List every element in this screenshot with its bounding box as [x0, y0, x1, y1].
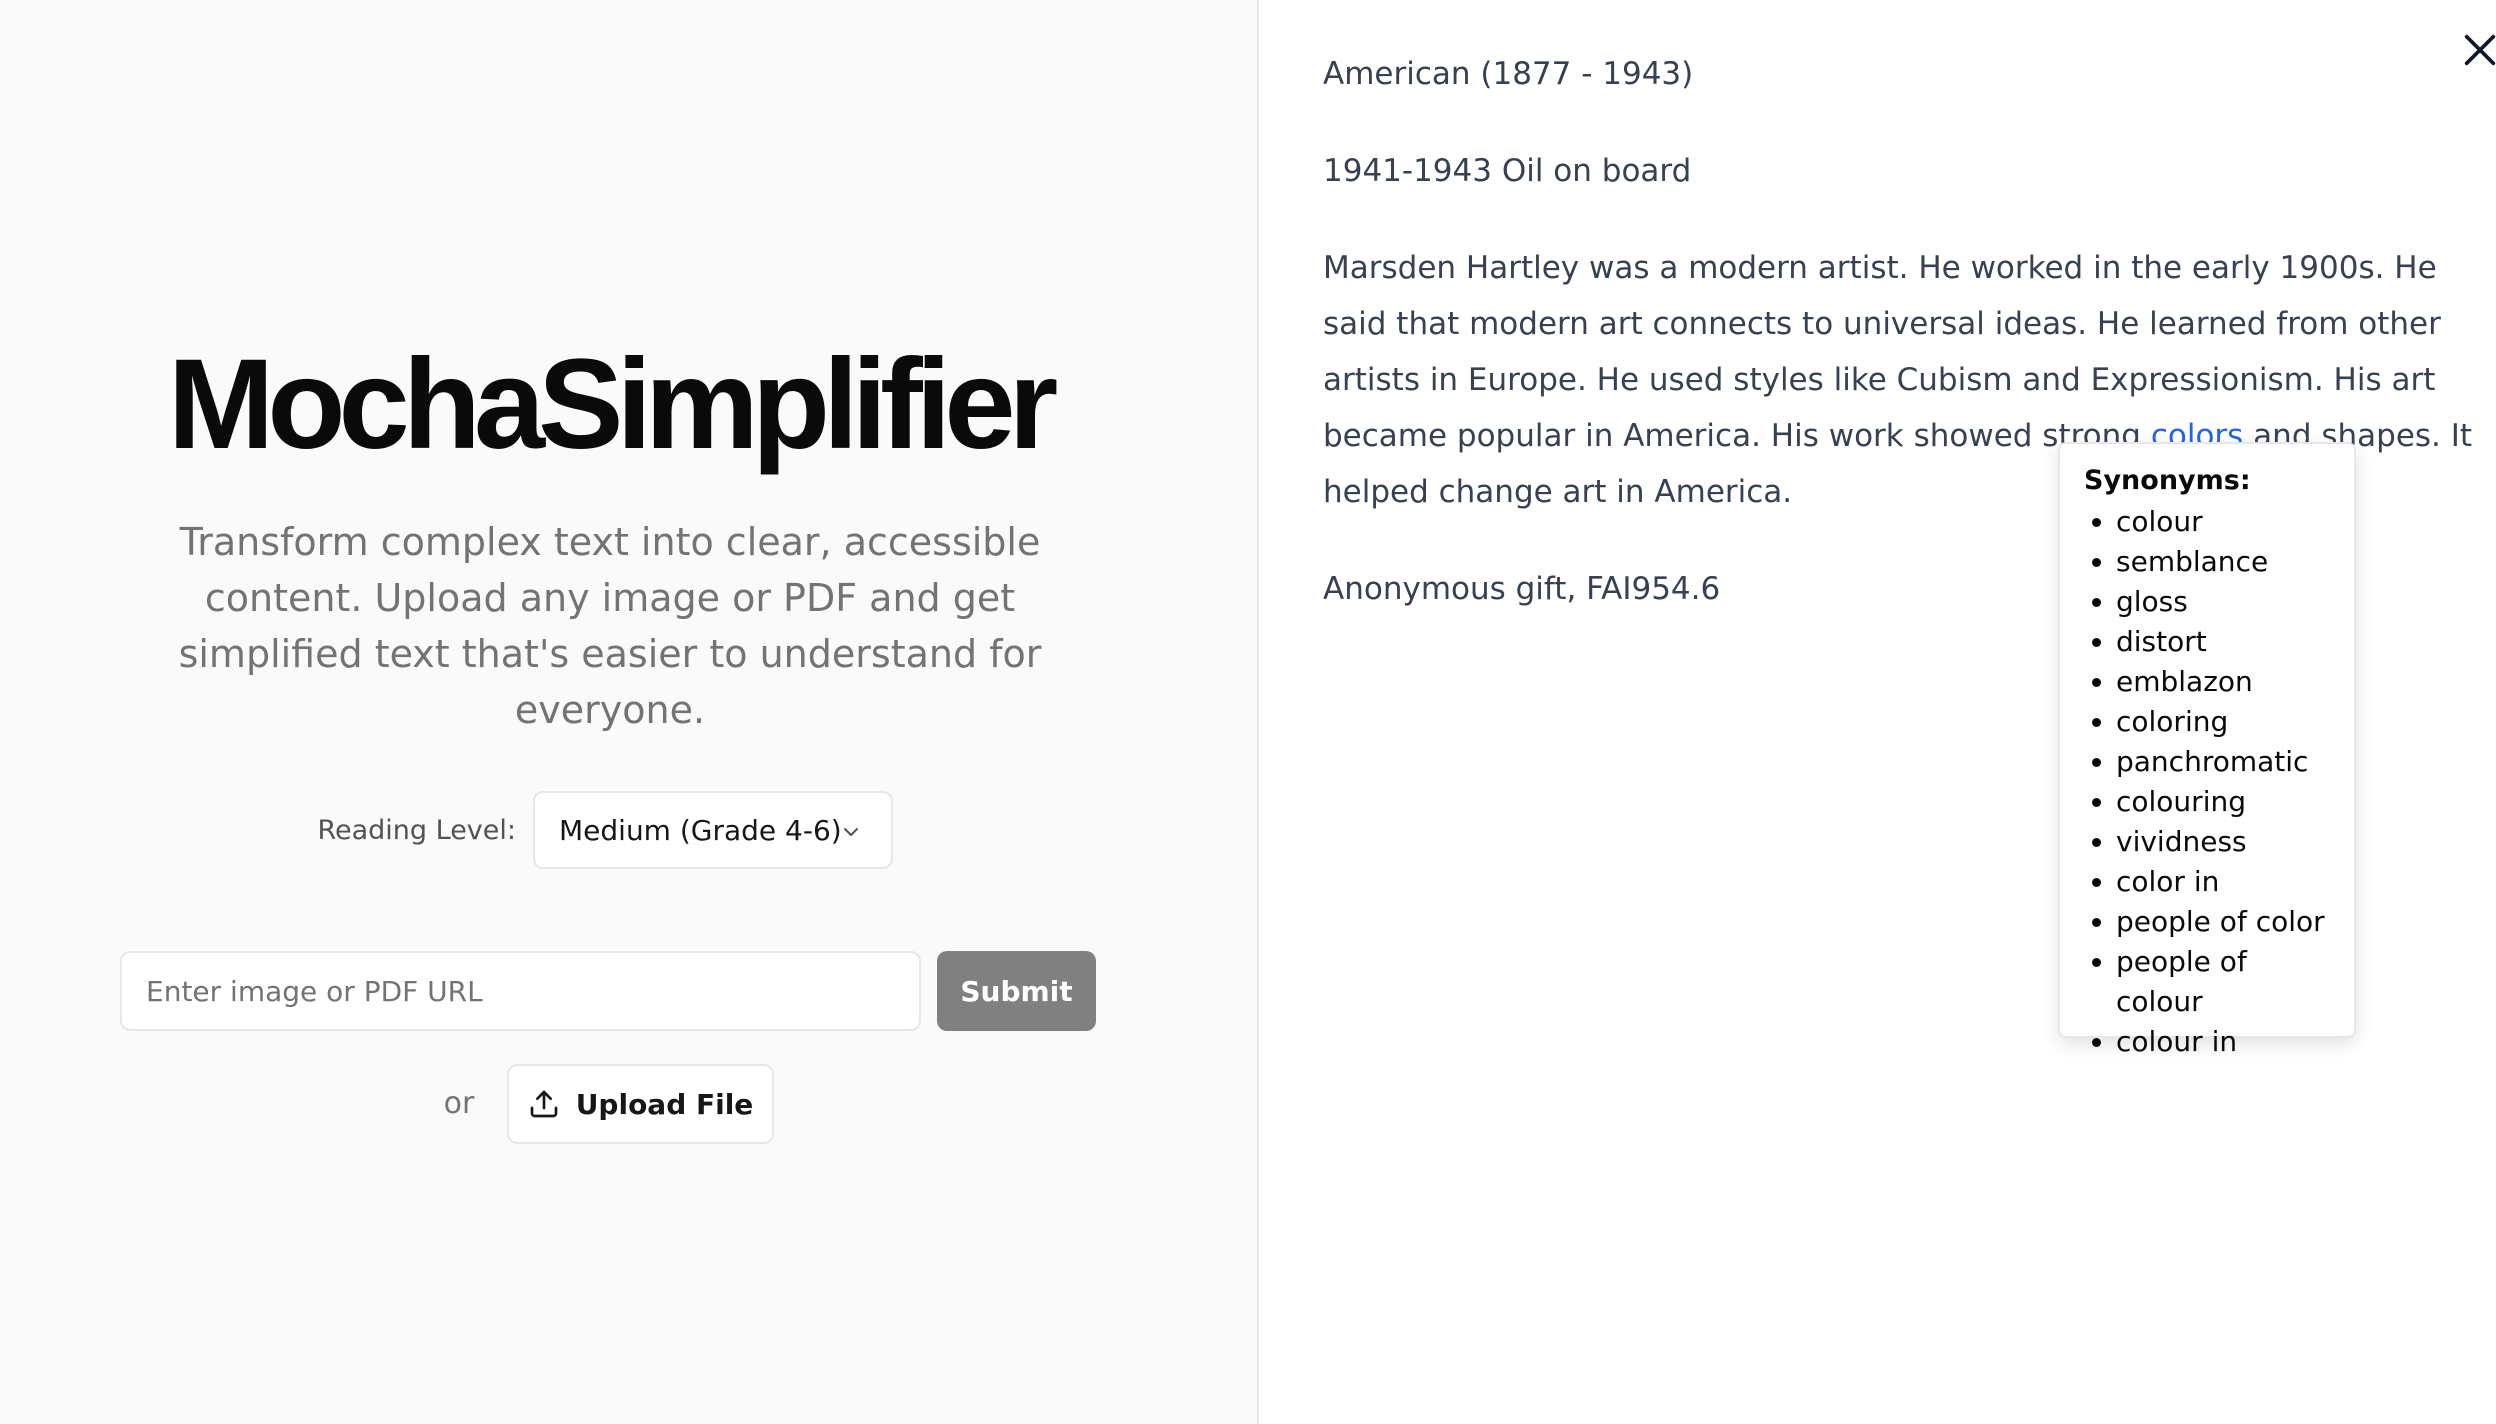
synonym-item: emblazon [2116, 662, 2330, 702]
artwork-details: 1941-1943 Oil on board [1323, 153, 1692, 189]
synonyms-popover: Synonyms: colour semblance gloss distort… [2058, 442, 2356, 1058]
submit-button[interactable]: Submit [937, 951, 1096, 1031]
reading-level-select[interactable]: Medium (Grade 4-6) [533, 791, 893, 869]
synonym-item: colouring [2116, 782, 2330, 822]
synonym-item: people of colour [2116, 942, 2330, 1022]
synonym-item: coloring [2116, 702, 2330, 742]
synonym-item: distort [2116, 622, 2330, 662]
chevron-down-icon [844, 828, 858, 836]
synonym-item: vividness [2116, 822, 2330, 862]
app-title: MochaSimplifier [167, 333, 1059, 476]
upload-file-label: Upload File [575, 1087, 754, 1121]
reading-level-label: Reading Level: [317, 815, 516, 846]
reading-level-value: Medium (Grade 4-6) [559, 813, 842, 847]
artist-nationality: American (1877 - 1943) [1323, 56, 1694, 92]
or-separator: or [443, 1086, 475, 1121]
synonyms-heading: Synonyms: [2084, 465, 2251, 496]
app-tagline: Transform complex text into clear, acces… [178, 520, 1042, 732]
synonym-item: semblance [2116, 542, 2330, 582]
synonym-item: panchromatic [2116, 742, 2330, 782]
synonym-item: colour [2116, 502, 2330, 542]
synonym-item: people of color [2116, 902, 2330, 942]
close-icon [2464, 34, 2496, 66]
synonym-item: gloss [2116, 582, 2330, 622]
upload-file-button[interactable]: Upload File [507, 1064, 774, 1144]
synonym-item: colour in [2116, 1022, 2330, 1062]
input-panel: MochaSimplifier Transform complex text i… [0, 0, 1259, 1424]
close-button[interactable] [2460, 30, 2496, 70]
synonyms-list: colour semblance gloss distort emblazon … [2084, 502, 2330, 1062]
upload-icon [530, 1090, 558, 1118]
synonym-item: color in [2116, 862, 2330, 902]
url-input[interactable] [120, 951, 921, 1031]
